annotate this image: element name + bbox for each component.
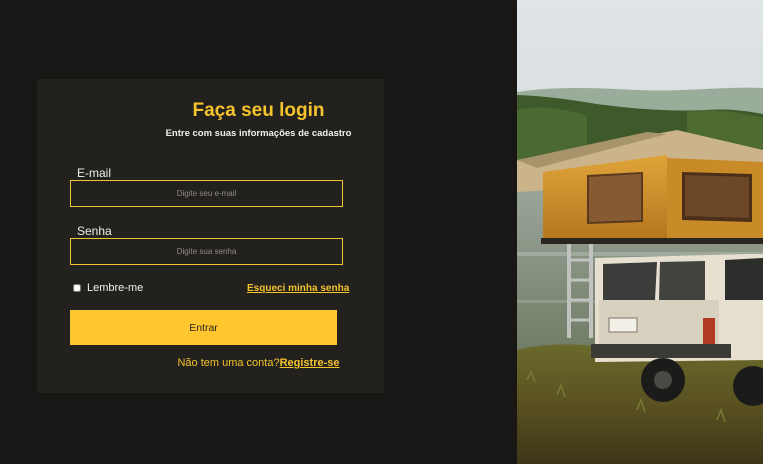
- forgot-password-link[interactable]: Esqueci minha senha: [247, 283, 349, 294]
- signup-link[interactable]: Registre-se: [280, 357, 340, 369]
- signup-prompt-text: Não tem uma conta?: [177, 357, 280, 369]
- page-subtitle: Entre com suas informações de cadastro: [165, 128, 352, 139]
- page-title: Faça seu login: [192, 100, 325, 121]
- email-label: E-mail: [77, 166, 112, 180]
- remember-me-checkbox[interactable]: [73, 284, 81, 292]
- remember-me[interactable]: Lembre-me: [73, 282, 143, 294]
- email-field[interactable]: [70, 180, 343, 207]
- login-pane: Faça seu login Entre com suas informaçõe…: [0, 0, 517, 464]
- password-field[interactable]: [70, 238, 343, 265]
- remember-me-label: Lembre-me: [87, 282, 144, 294]
- login-button[interactable]: Entrar: [70, 310, 337, 345]
- password-label: Senha: [77, 224, 112, 238]
- login-page: Faça seu login Entre com suas informaçõe…: [0, 0, 763, 464]
- signup-prompt: Não tem uma conta?Registre-se: [0, 357, 517, 369]
- car-with-rooftop-tent-photo: [517, 0, 763, 464]
